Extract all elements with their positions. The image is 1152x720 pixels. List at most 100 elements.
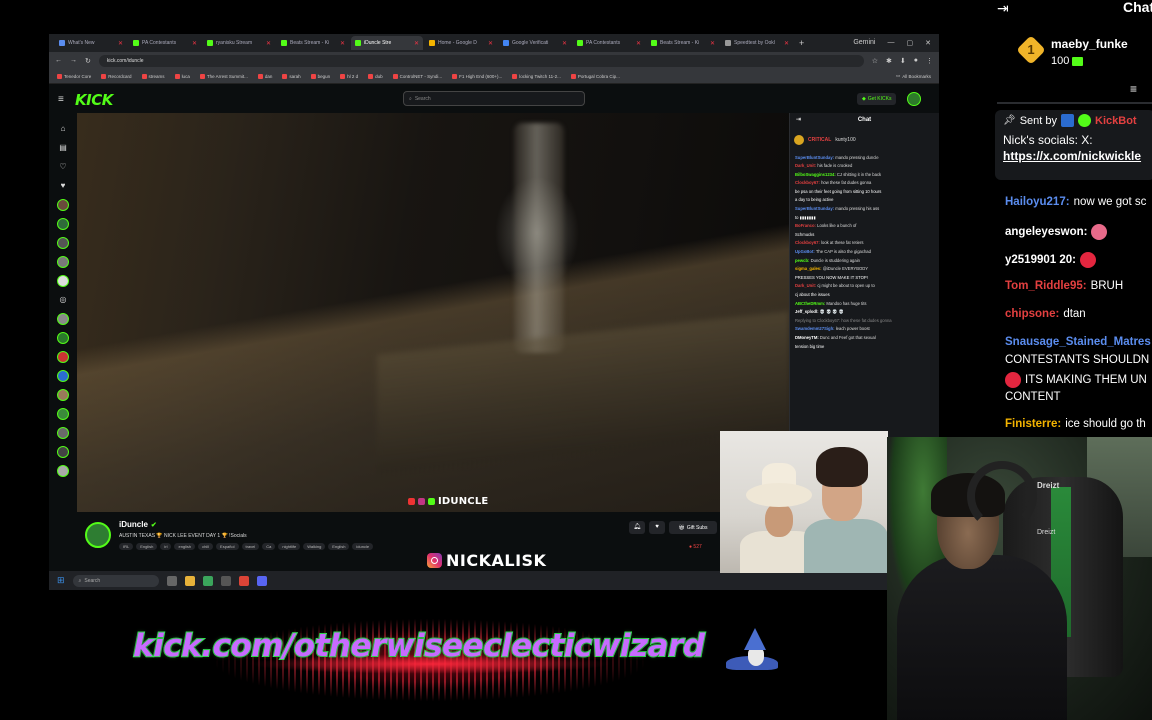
get-kicks-button[interactable]: ◆ Get KICKs [857, 93, 897, 105]
followed-channel-avatar[interactable] [57, 199, 69, 211]
download-icon[interactable]: ⬇ [900, 57, 906, 65]
stream-tag[interactable]: Español [216, 543, 239, 550]
stream-tag[interactable]: English [136, 543, 158, 550]
browser-tab-8[interactable]: Beats Stream - Ki ✕ [647, 36, 719, 50]
chat-username[interactable]: y2519901 20: [1005, 254, 1076, 266]
browser-tab-9[interactable]: Speedtest by Ookl ✕ [721, 36, 793, 50]
bookmark-item[interactable]: F1 High End (600+)... [452, 73, 502, 79]
bookmark-item[interactable]: ControlNET - Syndi... [392, 73, 442, 79]
back-arrow-icon[interactable]: ← [55, 57, 62, 64]
chat-username[interactable]: BoFranco: [795, 223, 816, 228]
stream-video-player[interactable]: IDUNCLE [77, 113, 789, 512]
bookmark-item[interactable]: luca [174, 73, 190, 79]
browse-icon[interactable]: ▤ [59, 142, 67, 154]
discord-icon[interactable] [256, 575, 267, 586]
stream-tag[interactable]: english [174, 543, 196, 550]
close-window-icon[interactable]: ✕ [925, 39, 931, 47]
stream-tag[interactable]: nightlife [278, 543, 301, 550]
browser-tab-5[interactable]: Home - Google D ✕ [425, 36, 497, 50]
url-input[interactable]: kick.com/iduncle [98, 54, 864, 67]
chat-username[interactable]: Jeff_splodl: [795, 309, 819, 314]
bookmark-item[interactable]: Recordcard [101, 73, 132, 79]
streamer-avatar[interactable] [85, 522, 111, 548]
following-icon[interactable]: ♡ [59, 161, 66, 173]
stream-tag[interactable]: chill [198, 543, 214, 550]
browser-tab-7[interactable]: PA Contestants ✕ [573, 36, 645, 50]
bookmark-item[interactable]: sarah [282, 73, 301, 79]
bookmark-item[interactable]: locking Twitch 11-2... [512, 73, 561, 79]
extensions-icon[interactable]: ✱ [886, 57, 892, 65]
chrome-icon[interactable] [238, 575, 249, 586]
close-icon[interactable]: ✕ [340, 40, 345, 47]
hamburger-menu-icon[interactable]: ≡ [58, 94, 64, 105]
followed-channel-avatar[interactable] [57, 275, 69, 287]
chat-username[interactable]: SuperBluntSunday: [795, 155, 834, 160]
stream-tag[interactable]: Walking [303, 543, 326, 550]
recommended-channel-avatar[interactable] [57, 446, 69, 458]
forward-arrow-icon[interactable]: → [70, 57, 77, 64]
all-bookmarks-button[interactable]: ▭ All Bookmarks [896, 73, 931, 79]
chat-username[interactable]: Finisterre: [1005, 418, 1061, 430]
stream-tag[interactable]: English [328, 543, 350, 550]
kick-logo[interactable]: KICK [75, 91, 113, 109]
chat-username[interactable]: Hailoyu217: [1005, 196, 1070, 208]
gift-subs-button[interactable]: 🎁︎ Gift Subs [669, 521, 717, 534]
taskbar-search-input[interactable]: ⌕ Search [72, 574, 159, 587]
browser-tab-2[interactable]: ryanisku Stream ✕ [203, 36, 275, 50]
collapse-chat-icon[interactable]: ⇥ [997, 0, 1009, 17]
stream-tag[interactable]: Ca [262, 543, 276, 550]
maximize-icon[interactable]: ▢ [907, 39, 914, 47]
chat-username[interactable]: pewcb: [795, 258, 809, 263]
bookmark-item[interactable]: Portugal Cobra Cip... [570, 73, 620, 79]
user-avatar[interactable] [907, 92, 921, 106]
browser-tab-3[interactable]: Beats Stream - Ki ✕ [277, 36, 349, 50]
recommended-channel-avatar[interactable] [57, 332, 69, 344]
pinned-link[interactable]: https://x.com/nickwickle [1003, 149, 1147, 163]
close-icon[interactable]: ✕ [562, 40, 567, 47]
close-icon[interactable]: ✕ [192, 40, 197, 47]
reload-icon[interactable]: ↻ [85, 57, 91, 65]
chat-username[interactable]: angeleyeswon: [1005, 226, 1087, 238]
app-icon[interactable] [202, 575, 213, 586]
chat-username[interactable]: Swamdemm27Sigh: [795, 326, 835, 331]
obs-icon[interactable] [220, 575, 231, 586]
stream-tag[interactable]: irl [160, 543, 172, 550]
notification-bell-button[interactable]: 🔔︎ [629, 521, 645, 534]
recommended-channel-avatar[interactable] [57, 313, 69, 325]
filter-icon[interactable]: ≡ [1130, 82, 1137, 96]
close-icon[interactable]: ✕ [414, 40, 419, 47]
close-icon[interactable]: ✕ [710, 40, 715, 47]
bookmark-item[interactable]: hl 2 d [340, 73, 358, 79]
stream-tag[interactable]: travel [241, 543, 260, 550]
collapse-chat-icon[interactable]: ⇥ [796, 113, 801, 127]
bookmark-item[interactable]: dan [257, 73, 272, 79]
browser-tab-1[interactable]: PA Contestants ✕ [129, 36, 201, 50]
recommended-channel-avatar[interactable] [57, 465, 69, 477]
stream-tag[interactable]: iduncle [352, 543, 374, 550]
chat-username[interactable]: ABCtheDRmm: [795, 301, 825, 306]
browser-tab-6[interactable]: Google Verificati ✕ [499, 36, 571, 50]
chat-username[interactable]: sigma_gales: [795, 266, 822, 271]
recommended-channel-avatar[interactable] [57, 408, 69, 420]
leaderboard-name[interactable]: maeby_funke [1051, 37, 1128, 51]
pinned-sender[interactable]: KickBot [1095, 115, 1137, 127]
recommended-channel-avatar[interactable] [57, 427, 69, 439]
profile-icon[interactable]: ● [914, 57, 918, 64]
chat-username[interactable]: Dark_Unit: [795, 283, 816, 288]
chat-username[interactable]: Clockboy67: [795, 180, 820, 185]
close-icon[interactable]: ✕ [266, 40, 271, 47]
followed-channel-avatar[interactable] [57, 237, 69, 249]
chat-username[interactable]: chipsone: [1005, 308, 1059, 320]
recommended-channel-avatar[interactable] [57, 389, 69, 401]
kebab-menu-icon[interactable]: ⋮ [926, 57, 933, 65]
follow-heart-button[interactable]: ♥ [649, 521, 665, 534]
followed-channel-avatar[interactable] [57, 256, 69, 268]
close-icon[interactable]: ✕ [118, 40, 123, 47]
bookmark-item[interactable]: The Arrest Summit... [199, 73, 248, 79]
chat-username[interactable]: SuperBluntSunday: [795, 206, 834, 211]
windows-start-icon[interactable]: ⊞ [57, 575, 65, 586]
close-icon[interactable]: ✕ [636, 40, 641, 47]
star-icon[interactable]: ☆ [872, 57, 878, 65]
chat-username[interactable]: DMoneyTM: [795, 335, 819, 340]
new-tab-button[interactable]: + [799, 38, 804, 48]
